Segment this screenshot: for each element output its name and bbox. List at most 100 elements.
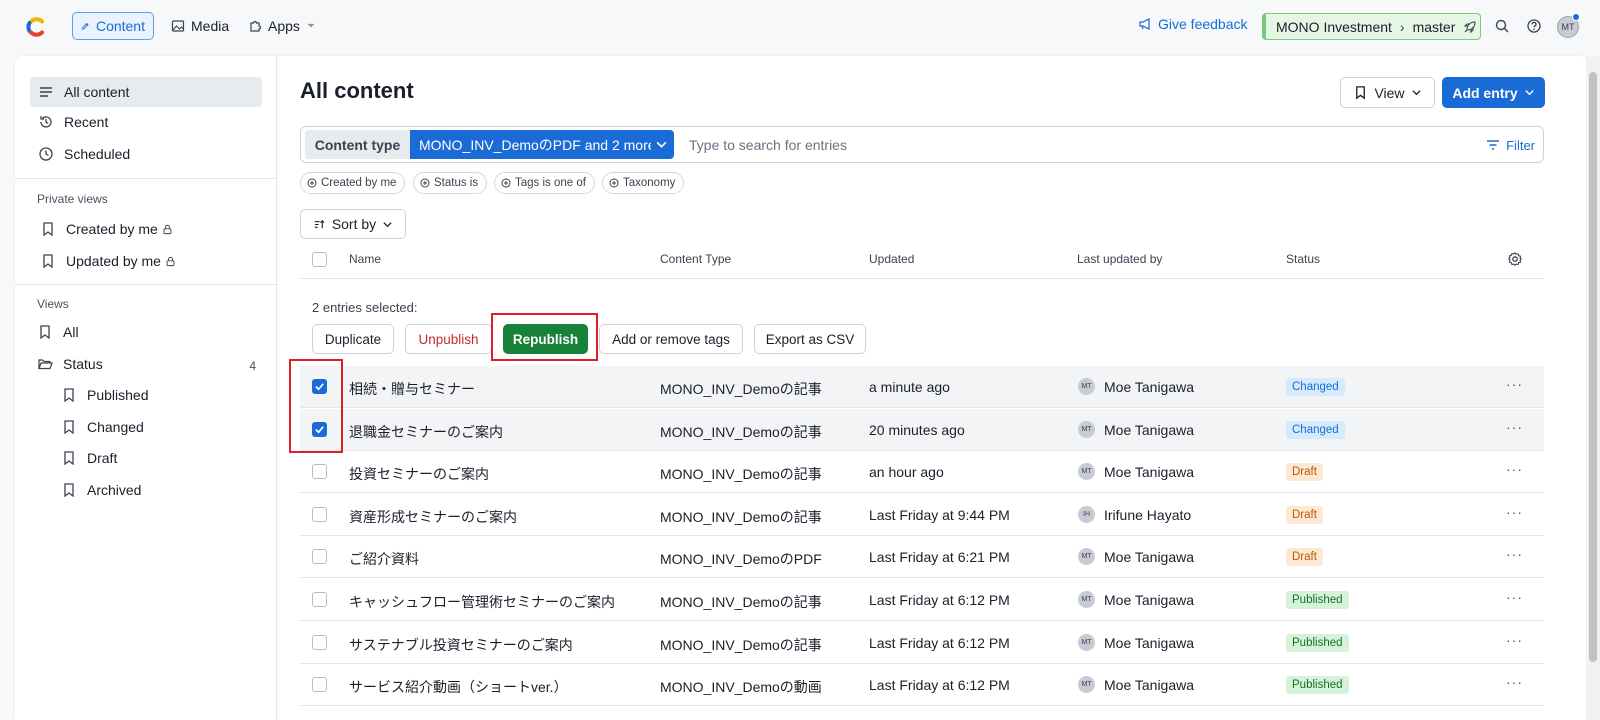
column-header-last-updated-by[interactable]: Last updated by [1077, 252, 1162, 266]
row-checkbox[interactable] [312, 592, 327, 607]
entry-name[interactable]: 投資セミナーのご案内 [349, 464, 489, 484]
plus-circle-icon [609, 178, 619, 188]
more-actions-icon[interactable]: ··· [1506, 419, 1523, 435]
sidebar-item-draft[interactable]: Draft [61, 450, 117, 466]
more-actions-icon[interactable]: ··· [1506, 546, 1523, 562]
history-icon [40, 116, 52, 128]
search-icon[interactable] [1494, 18, 1510, 34]
export-csv-button[interactable]: Export as CSV [754, 324, 866, 354]
sidebar-item-all-content[interactable]: All content [30, 77, 262, 107]
sidebar-item-changed[interactable]: Changed [61, 419, 144, 435]
scrollbar[interactable] [1586, 56, 1600, 720]
nav-apps[interactable]: Apps [240, 12, 324, 40]
contentful-logo-icon[interactable] [22, 14, 48, 40]
user-avatar: MT [1078, 548, 1095, 565]
table-row[interactable]: ご紹介資料 MONO_INV_DemoのPDF Last Friday at 6:2… [300, 536, 1544, 578]
caret-down-icon [307, 23, 315, 28]
entry-name[interactable]: 相続・贈与セミナー [349, 379, 475, 399]
table-row[interactable]: 投資セミナーのご案内 MONO_INV_Demoの記事 an hour ago MT M… [300, 451, 1544, 493]
row-checkbox[interactable] [312, 549, 327, 564]
column-header-name[interactable]: Name [349, 252, 381, 266]
sidebar-item-created-by-me[interactable]: Created by me [40, 221, 173, 237]
sidebar-item-label: Status [63, 356, 103, 372]
add-entry-button[interactable]: Add entry [1442, 77, 1545, 108]
divider [15, 284, 276, 285]
filter-chip-created-by-me[interactable]: Created by me [300, 172, 406, 194]
row-checkbox[interactable] [312, 635, 327, 650]
column-header-updated[interactable]: Updated [869, 252, 914, 266]
list-icon [40, 87, 52, 97]
search-bar[interactable]: Content type MONO_INV_DemoのPDF and 2 mor… [300, 126, 1544, 163]
table-row[interactable]: 相続・贈与セミナー MONO_INV_Demoの記事 a minute ago MT M… [300, 366, 1544, 408]
view-button[interactable]: View [1340, 77, 1435, 108]
entry-name[interactable]: キャッシュフロー管理術セミナーのご案内 [349, 592, 615, 612]
more-actions-icon[interactable]: ··· [1506, 674, 1523, 690]
filter-chip-tags[interactable]: Tags is one of [494, 172, 595, 194]
column-header-content-type[interactable]: Content Type [660, 252, 731, 266]
row-checkbox[interactable] [312, 507, 327, 522]
entry-name[interactable]: ご紹介資料 [349, 549, 419, 569]
plus-circle-icon [501, 178, 511, 188]
select-all-checkbox[interactable] [312, 252, 327, 267]
filter-chip-status[interactable]: Status is [413, 172, 488, 194]
sort-by-button[interactable]: Sort by [300, 209, 406, 239]
more-actions-icon[interactable]: ··· [1506, 504, 1523, 520]
column-header-status[interactable]: Status [1286, 252, 1320, 266]
plus-circle-icon [420, 178, 430, 188]
entry-name[interactable]: サービス紹介動画（ショートver.） [349, 677, 568, 697]
chevron-right-icon: › [1399, 18, 1405, 35]
sidebar-item-updated-by-me[interactable]: Updated by me [40, 253, 176, 269]
chevron-down-icon [656, 141, 667, 148]
more-actions-icon[interactable]: ··· [1506, 632, 1523, 648]
table-row[interactable]: 退職金セミナーのご案内 MONO_INV_Demoの記事 20 minutes ag… [300, 409, 1544, 451]
nav-content[interactable]: Content [72, 12, 154, 40]
row-checkbox[interactable] [312, 677, 327, 692]
filter-icon [1487, 140, 1500, 150]
more-actions-icon[interactable]: ··· [1506, 461, 1523, 477]
sidebar-item-label: Changed [87, 419, 144, 435]
search-input[interactable]: Type to search for entries [689, 137, 847, 153]
more-actions-icon[interactable]: ··· [1506, 589, 1523, 605]
filter-chip-taxonomy[interactable]: Taxonomy [602, 172, 685, 194]
sidebar-item-recent[interactable]: Recent [38, 114, 108, 130]
entry-content-type: MONO_INV_Demoの記事 [660, 509, 822, 525]
add-or-remove-tags-button[interactable]: Add or remove tags [599, 324, 743, 354]
entry-name[interactable]: 退職金セミナーのご案内 [349, 422, 503, 442]
more-actions-icon[interactable]: ··· [1506, 376, 1523, 392]
status-count: 4 [249, 359, 256, 373]
row-checkbox[interactable] [312, 464, 327, 479]
nav-apps-label: Apps [268, 18, 300, 34]
sidebar-item-label: Draft [87, 450, 118, 466]
table-row[interactable]: サステナブル投資セミナーのご案内 MONO_INV_Demoの記事 Last Fri… [300, 622, 1544, 664]
entry-name[interactable]: 資産形成セミナーのご案内 [349, 507, 517, 527]
settings-gear-icon[interactable] [1507, 251, 1523, 267]
status-badge: Published [1286, 591, 1349, 609]
table-row[interactable]: キャッシュフロー管理術セミナーのご案内 MONO_INV_Demoの記事 Last … [300, 579, 1544, 621]
entry-last-updated-by: Moe Tanigawa [1104, 677, 1195, 693]
sidebar-item-status-folder[interactable]: Status [37, 356, 269, 372]
duplicate-button[interactable]: Duplicate [312, 324, 394, 354]
branch-name: master [1412, 18, 1456, 35]
user-avatar: MT [1078, 591, 1095, 608]
entry-name[interactable]: サステナブル投資セミナーのご案内 [349, 635, 573, 655]
help-icon[interactable] [1526, 18, 1542, 34]
entry-content-type: MONO_INV_Demoの記事 [660, 594, 822, 610]
chevron-down-icon [1525, 90, 1534, 96]
give-feedback-link[interactable]: Give feedback [1138, 16, 1248, 32]
chip-label: Status is [434, 177, 479, 189]
scrollbar-thumb[interactable] [1589, 72, 1597, 662]
sidebar-item-archived[interactable]: Archived [61, 482, 141, 498]
sidebar-item-all[interactable]: All [37, 324, 79, 340]
table-row[interactable]: サービス紹介動画（ショートver.） MONO_INV_Demoの動画 Last F… [300, 664, 1544, 706]
sidebar-item-scheduled[interactable]: Scheduled [38, 146, 130, 162]
sidebar-item-published[interactable]: Published [61, 387, 149, 403]
bookmark-icon [43, 254, 53, 269]
table-row[interactable]: 資産形成セミナーのご案内 MONO_INV_Demoの記事 Last Friday … [300, 494, 1544, 536]
unpublish-button[interactable]: Unpublish [405, 324, 492, 354]
environment-switcher[interactable]: MONO Investment › master [1262, 13, 1481, 40]
sidebar: All content Recent Scheduled Private vie… [15, 56, 277, 720]
filter-label: Filter [1506, 137, 1535, 153]
content-type-select[interactable]: MONO_INV_DemoのPDF and 2 more . . [410, 130, 674, 159]
nav-media[interactable]: Media [163, 12, 237, 40]
filter-button[interactable]: Filter [1485, 137, 1535, 153]
